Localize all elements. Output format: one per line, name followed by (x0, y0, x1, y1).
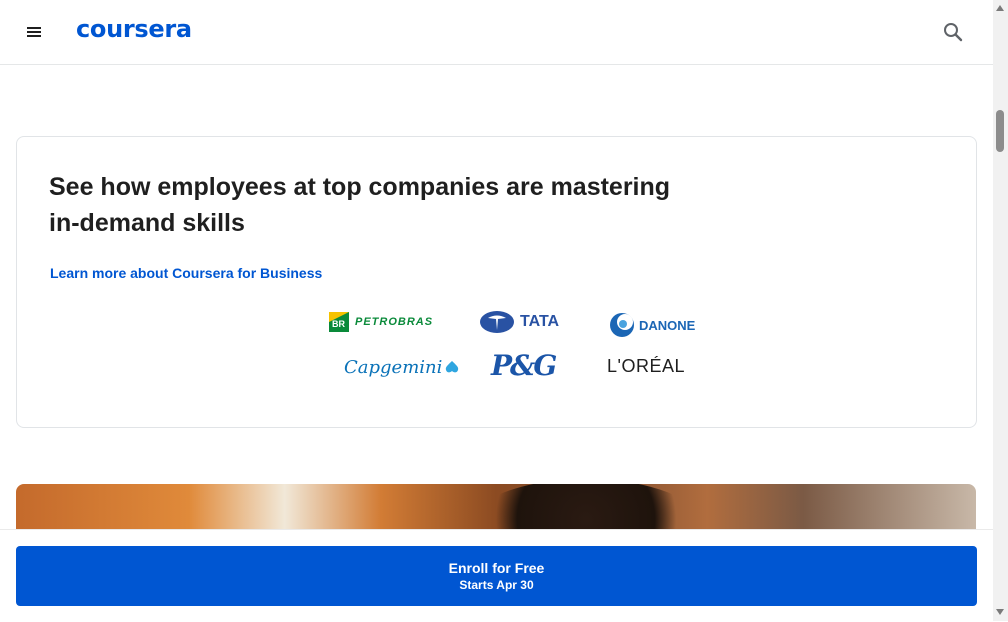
hamburger-menu-icon[interactable] (24, 22, 44, 42)
business-card-title: See how employees at top companies are m… (49, 173, 671, 237)
start-date-label: Starts Apr 30 (459, 578, 534, 592)
capgemini-label: Capgemini (344, 357, 443, 378)
danone-icon (610, 313, 634, 337)
pg-label: P&G (491, 349, 557, 382)
capgemini-logo: Capgemini (344, 357, 460, 378)
enroll-label: Enroll for Free (448, 560, 545, 576)
enroll-for-free-button[interactable]: Enroll for Free Starts Apr 30 (16, 546, 977, 606)
petrobras-icon: BR (329, 312, 349, 332)
pg-logo: P&G (491, 349, 557, 382)
loreal-logo: L'ORÉAL (607, 356, 685, 377)
danone-logo: DANONE (608, 311, 695, 339)
tata-icon (480, 311, 514, 333)
sticky-enroll-bar: Enroll for Free Starts Apr 30 (0, 529, 993, 622)
company-logos: BR PETROBRAS TATA DANONE Capgemini P&G L… (327, 307, 697, 387)
learn-more-business-link[interactable]: Learn more about Coursera for Business (50, 265, 322, 281)
scrollbar-thumb[interactable] (996, 110, 1004, 152)
capgemini-spade-icon (446, 360, 459, 372)
loreal-label: L'ORÉAL (607, 356, 685, 376)
danone-label: DANONE (639, 317, 696, 333)
svg-text:BR: BR (332, 319, 345, 329)
coursera-logo[interactable]: coursera (76, 15, 192, 43)
tata-label: TATA (520, 313, 560, 330)
top-navigation-bar: coursera (0, 0, 993, 65)
page-scrollbar[interactable] (993, 0, 1008, 621)
tata-logo: TATA (479, 310, 559, 334)
business-card: See how employees at top companies are m… (16, 136, 977, 428)
petrobras-logo: BR PETROBRAS (329, 312, 433, 332)
petrobras-label: PETROBRAS (355, 316, 434, 328)
scroll-down-arrow-icon[interactable] (996, 609, 1004, 615)
scroll-up-arrow-icon[interactable] (996, 5, 1004, 11)
search-icon[interactable] (942, 21, 964, 43)
